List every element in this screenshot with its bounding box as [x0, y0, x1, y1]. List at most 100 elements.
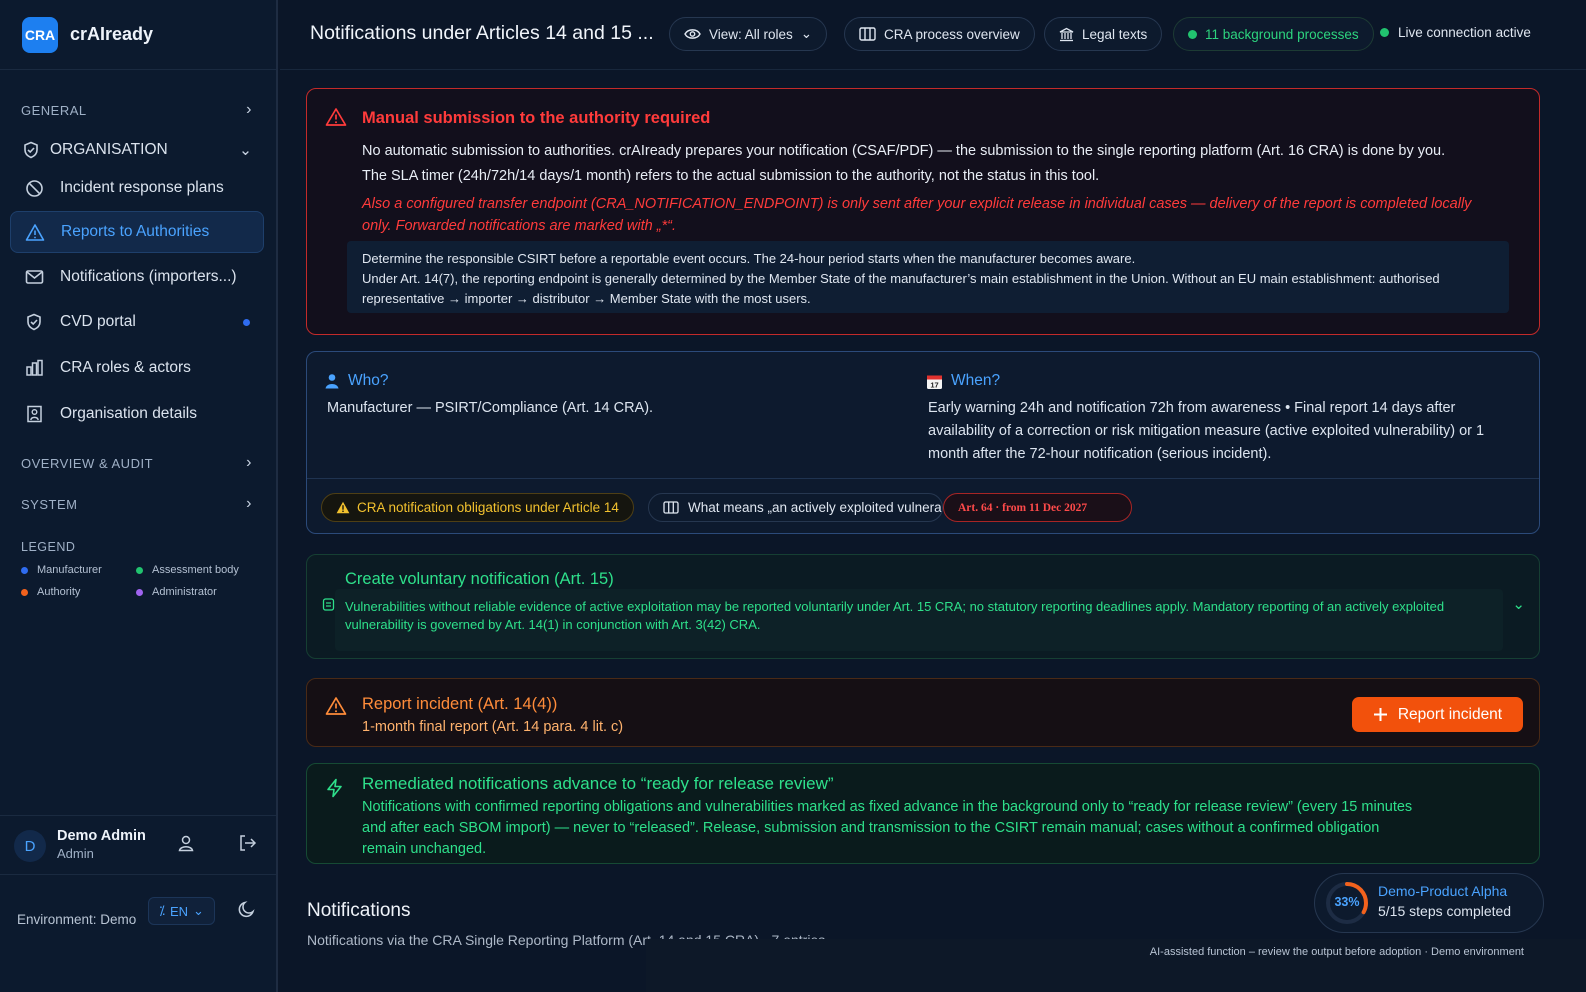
legend-label: Administrator [152, 586, 217, 598]
chevron-down-icon[interactable]: ⌄ [1512, 595, 1525, 613]
chevron-down-icon: ⌄ [239, 141, 252, 159]
csirt-info-box: Determine the responsible CSIRT before a… [347, 241, 1509, 313]
chevron-down-icon: ⌄ [800, 26, 813, 41]
csirt-info-line-1: Determine the responsible CSIRT before a… [362, 251, 1136, 266]
live-connection-label: Live connection active [1398, 25, 1531, 40]
remediated-title: Remediated notifications advance to “rea… [362, 774, 834, 793]
voluntary-notification-card[interactable]: Create voluntary notification (Art. 15) … [306, 554, 1540, 659]
language-value: EN [169, 903, 188, 919]
shield-check-icon [22, 141, 40, 159]
remediated-text: Notifications with confirmed reporting o… [362, 799, 1413, 857]
article-14-obligations-chip[interactable]: CRA notification obligations under Artic… [321, 493, 634, 522]
sidebar-item-notifications[interactable]: Notifications (importers...) [10, 256, 264, 298]
alert-italic-note: Also a configured transfer endpoint (CRA… [362, 196, 1472, 234]
alert-title: Manual submission to the authority requi… [362, 109, 711, 127]
background-processes-button[interactable]: 11 background processes [1173, 17, 1374, 51]
chevron-right-icon: › [246, 454, 252, 471]
sidebar-item-reports[interactable]: Reports to Authorities [10, 211, 264, 253]
legend-dot [136, 588, 143, 596]
background-processes-label: 11 background processes [1205, 26, 1359, 42]
page-title: Notifications under Articles 14 and 15 .… [310, 22, 654, 44]
incident-title: Report incident (Art. 14(4)) [362, 695, 558, 713]
live-connection-status: Live connection active [1380, 25, 1531, 40]
brand[interactable]: CRA crAIready [0, 0, 276, 70]
sidebar-item-incident-plans[interactable]: Incident response plans [10, 167, 264, 209]
dark-mode-icon[interactable] [238, 900, 256, 918]
section-general-label: GENERAL [21, 102, 87, 118]
columns-icon [663, 501, 679, 514]
topbar: Notifications under Articles 14 and 15 .… [280, 0, 1586, 70]
avatar[interactable]: D [14, 830, 46, 862]
section-general[interactable]: GENERAL › [21, 101, 252, 119]
sidebar-item-label: CRA roles & actors [60, 359, 191, 376]
sidebar-item-label: Notifications (importers...) [60, 268, 237, 285]
csirt-info-line-2: Under Art. 14(7), the reporting endpoint… [362, 271, 1440, 306]
section-system[interactable]: SYSTEM › [21, 495, 252, 513]
sidebar-item-organisation-details[interactable]: Organisation details [10, 393, 264, 435]
user-panel: D Demo Admin Admin [0, 815, 276, 875]
notification-dot [243, 318, 250, 326]
chevron-right-icon: › [246, 495, 252, 512]
who-heading: Who? [324, 372, 389, 390]
art64-label: Art. 64 · from 11 Dec 2027 [958, 501, 1088, 514]
svg-text:17: 17 [930, 380, 938, 389]
section-overview-audit[interactable]: OVERVIEW & AUDIT › [21, 454, 252, 472]
remediated-notifications-card: Remediated notifications advance to “rea… [306, 763, 1540, 864]
user-icon[interactable] [177, 834, 195, 852]
alert-text: No automatic submission to authorities. … [362, 139, 1522, 189]
mail-icon [24, 269, 44, 285]
chevron-down-icon: ⌄ [193, 903, 204, 918]
manual-submission-alert: Manual submission to the authority requi… [306, 88, 1540, 335]
actively-exploited-chip[interactable]: What means „an actively exploited vulner… [648, 493, 943, 522]
section-organisation[interactable]: ORGANISATION ⌄ [22, 138, 252, 162]
who-title: Who? [348, 372, 389, 389]
who-when-card: Who? Manufacturer — PSIRT/Compliance (Ar… [306, 351, 1540, 534]
sidebar-item-label: Organisation details [60, 405, 197, 422]
sidebar-item-cra-roles[interactable]: CRA roles & actors [10, 347, 264, 389]
chart-icon [24, 359, 44, 377]
logout-icon[interactable] [238, 834, 257, 852]
footer-disclaimer: AI-assisted function – review the output… [1149, 946, 1524, 958]
alert-line-1: No automatic submission to authorities. … [362, 143, 1446, 159]
sidebar-item-label: Reports to Authorities [61, 223, 210, 240]
calendar-icon: 17 [926, 373, 943, 390]
landmark-icon [1059, 27, 1074, 42]
lightning-icon [325, 778, 344, 798]
legal-texts-button[interactable]: Legal texts [1044, 17, 1163, 51]
sidebar-item-cvd-portal[interactable]: CVD portal [10, 301, 264, 343]
article-14-label: CRA notification obligations under Artic… [357, 500, 619, 515]
legal-texts-label: Legal texts [1082, 26, 1148, 42]
sidebar: CRA crAIready GENERAL › ORGANISATION ⌄ I… [0, 0, 278, 992]
legend-title: LEGEND [21, 540, 76, 554]
notifications-heading: Notifications [307, 900, 411, 921]
voluntary-title: Create voluntary notification (Art. 15) [345, 570, 614, 588]
incident-subtitle: 1-month final report (Art. 14 para. 4 li… [362, 719, 624, 735]
progress-product: Demo-Product Alpha [1378, 883, 1508, 899]
app-root: CRA crAIready GENERAL › ORGANISATION ⌄ I… [0, 0, 1586, 992]
who-text: Manufacturer — PSIRT/Compliance (Art. 14… [327, 400, 654, 416]
environment-label: Environment: Demo [17, 912, 137, 927]
legend-item-authority: Authority [21, 586, 80, 598]
footer-bar: AI-assisted function – review the output… [646, 939, 1586, 992]
voluntary-info: Vulnerabilities without reliable evidenc… [335, 589, 1503, 651]
user-role: Admin [57, 846, 94, 861]
ban-icon [24, 179, 44, 198]
when-text: Early warning 24h and notification 72h f… [928, 400, 1485, 462]
language-select[interactable]: ⁒ EN ⌄ [148, 897, 215, 925]
onboarding-progress-widget[interactable]: 33% Demo-Product Alpha 5/15 steps comple… [1314, 873, 1544, 933]
document-icon [322, 598, 335, 611]
report-incident-button[interactable]: Report incident [1352, 697, 1523, 732]
legend-dot [21, 588, 28, 596]
section-organisation-label: ORGANISATION [50, 141, 168, 158]
view-roles-dropdown[interactable]: View: All roles ⌄ [669, 17, 828, 51]
user-name: Demo Admin [57, 828, 146, 844]
art64-badge: Art. 64 · from 11 Dec 2027 [943, 493, 1132, 522]
cra-process-button[interactable]: CRA process overview [844, 17, 1035, 51]
shield-icon [24, 313, 44, 331]
when-heading: 17 When? [926, 372, 1000, 390]
legend-item-administrator: Administrator [136, 586, 217, 598]
legend-item-assessment-body: Assessment body [136, 564, 239, 576]
section-system-label: SYSTEM [21, 496, 78, 512]
person-icon [324, 373, 340, 389]
translate-icon: ⁒ [159, 903, 165, 918]
